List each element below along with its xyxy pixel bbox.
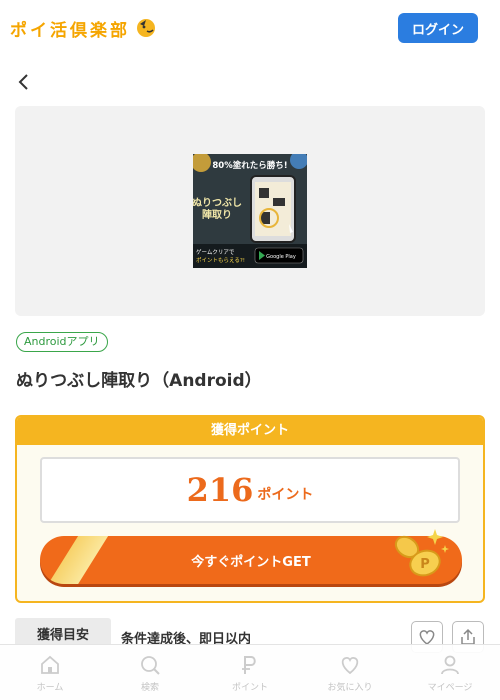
svg-text:P: P [420,557,430,572]
game-banner-image: 80%塗れたら勝ち! ぬりつぶし 陣取り ゲームクリアで ポイントもらえる?! … [193,154,307,268]
nav-label-points: ポイント [231,683,268,693]
banner-footer-line1: ゲームクリアで [196,248,235,256]
nav-item-search[interactable]: 検索 [100,645,200,700]
header: ポイ活倶楽部 ログイン [0,0,500,56]
nav-item-home[interactable]: ホーム [0,645,100,700]
points-value-box: 216 ポイント [40,457,460,523]
points-box: 獲得ポイント 216 ポイント 今すぐポイントGET P [15,415,485,603]
platform-tag: Androidアプリ [16,332,108,352]
nav-item-points[interactable]: ポイント [200,645,300,700]
logo[interactable]: ポイ活倶楽部 [10,16,158,41]
nav-label-home: ホーム [36,683,64,693]
search-icon [141,656,160,675]
point-icon [242,656,256,674]
logo-text: ポイ活倶楽部 [10,20,130,41]
offer-image-area: 80%塗れたら勝ち! ぬりつぶし 陣取り ゲームクリアで ポイントもらえる?! … [15,106,485,316]
coins-icon: P [394,529,449,577]
points-value: 216 [186,471,254,509]
points-unit: ポイント [257,487,314,503]
back-arrow-icon[interactable] [14,72,34,92]
login-button[interactable]: ログイン [398,13,478,43]
nav-item-favorites[interactable]: お気に入り [300,645,400,700]
banner-store-badge: Google Play [266,254,296,260]
banner-title-line2: 陣取り [202,208,232,221]
logo-mascot-icon [137,19,155,37]
main-content: 80%塗れたら勝ち! ぬりつぶし 陣取り ゲームクリアで ポイントもらえる?! … [0,56,500,654]
button-stripe [40,536,112,584]
heart-icon [341,657,359,675]
banner-headline: 80%塗れたら勝ち! [212,160,287,171]
nav-item-mypage[interactable]: マイページ [400,645,500,700]
nav-label-mypage: マイページ [427,683,473,693]
bottom-nav: ホーム 検索 ポイント お気に入り マイページ [0,644,500,700]
points-header: 獲得ポイント [17,417,483,445]
nav-label-favorites: お気に入り [327,683,373,693]
user-icon [441,655,459,675]
offer-title: ぬりつぶし陣取り（Android） [16,371,262,391]
banner-footer-line2: ポイントもらえる?! [196,257,245,264]
banner-title-line1: ぬりつぶし [193,197,242,209]
get-points-label: 今すぐポイントGET [191,554,311,570]
home-icon [41,655,59,674]
nav-label-search: 検索 [140,683,159,693]
